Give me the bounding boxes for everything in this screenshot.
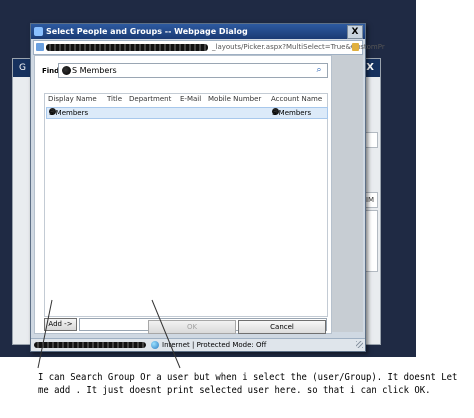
annotation-arrow-selected-box	[151, 299, 181, 369]
annotation-arrow-add	[37, 299, 53, 369]
annotation-note: I can Search Group Or a user but when i …	[38, 371, 458, 397]
annotation-line-1: I can Search Group Or a user but when i …	[38, 372, 458, 383]
annotation-line-2: me add . It just doesnt print selected u…	[38, 385, 431, 396]
annotation-arrows	[37, 299, 181, 369]
